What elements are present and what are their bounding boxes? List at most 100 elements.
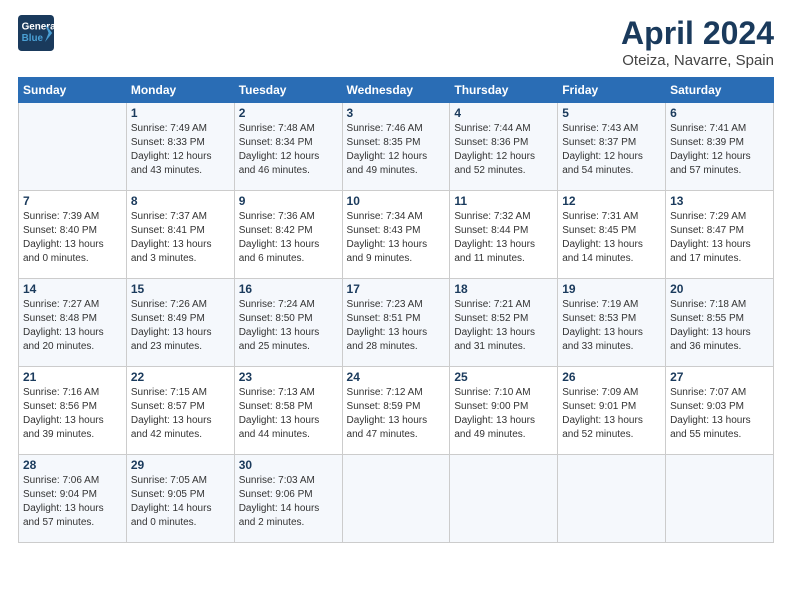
day-info: Sunrise: 7:41 AMSunset: 8:39 PMDaylight:… [670,122,769,178]
cell-3-2: 15Sunrise: 7:26 AMSunset: 8:49 PMDayligh… [126,279,234,367]
day-info: Sunrise: 7:16 AMSunset: 8:56 PMDaylight:… [23,386,122,442]
col-sunday: Sunday [19,78,127,103]
cell-4-6: 26 Sunrise: 7:09 AMSunset: 9:01 PMDayligh… [558,367,666,455]
day-info: Sunrise: 7:46 AMSunset: 8:35 PMDaylight:… [347,122,446,178]
day-info: Sunrise: 7:39 AMSunset: 8:40 PMDaylight:… [23,210,122,266]
cell-5-2: 29Sunrise: 7:05 AMSunset: 9:05 PMDayligh… [126,455,234,543]
location: Oteiza, Navarre, Spain [621,52,774,69]
day-number: 16 [239,282,338,296]
day-number: 9 [239,194,338,208]
cell-1-6: 5Sunrise: 7:43 AMSunset: 8:37 PMDaylight… [558,103,666,191]
day-info: Sunrise: 7:49 AMSunset: 8:33 PMDaylight:… [131,122,230,178]
cell-1-7: 6 Sunrise: 7:41 AMSunset: 8:39 PMDaylight… [666,103,774,191]
cell-1-4: 3 Sunrise: 7:46 AMSunset: 8:35 PMDaylight… [342,103,450,191]
cell-5-4 [342,455,450,543]
cell-4-4: 24 Sunrise: 7:12 AMSunset: 8:59 PMDayligh… [342,367,450,455]
day-number: 1 [131,106,230,120]
day-info: Sunrise: 7:12 AMSunset: 8:59 PMDaylight:… [347,386,446,442]
day-number: 8 [131,194,230,208]
day-number: 20 [670,282,769,296]
day-number: 26 [562,370,661,384]
day-number: 21 [23,370,122,384]
day-number: 28 [23,458,122,472]
col-monday: Monday [126,78,234,103]
cell-2-4: 10Sunrise: 7:34 AMSunset: 8:43 PMDayligh… [342,191,450,279]
cell-3-5: 18 Sunrise: 7:21 AMSunset: 8:52 PMDayligh… [450,279,558,367]
cell-4-1: 21 Sunrise: 7:16 AMSunset: 8:56 PMDayligh… [19,367,127,455]
title-area: April 2024 Oteiza, Navarre, Spain [621,15,774,69]
day-info: Sunrise: 7:23 AMSunset: 8:51 PMDaylight:… [347,298,446,354]
col-friday: Friday [558,78,666,103]
day-number: 23 [239,370,338,384]
day-info: Sunrise: 7:21 AMSunset: 8:52 PMDaylight:… [454,298,553,354]
day-number: 4 [454,106,553,120]
day-info: Sunrise: 7:07 AMSunset: 9:03 PMDaylight:… [670,386,769,442]
day-info: Sunrise: 7:15 AMSunset: 8:57 PMDaylight:… [131,386,230,442]
day-info: Sunrise: 7:06 AMSunset: 9:04 PMDaylight:… [23,474,122,530]
month-title: April 2024 [621,15,774,52]
day-number: 22 [131,370,230,384]
day-info: Sunrise: 7:29 AMSunset: 8:47 PMDaylight:… [670,210,769,266]
col-saturday: Saturday [666,78,774,103]
day-number: 30 [239,458,338,472]
day-info: Sunrise: 7:10 AMSunset: 9:00 PMDaylight:… [454,386,553,442]
day-number: 24 [347,370,446,384]
col-tuesday: Tuesday [234,78,342,103]
cell-3-3: 16 Sunrise: 7:24 AMSunset: 8:50 PMDayligh… [234,279,342,367]
day-number: 17 [347,282,446,296]
day-number: 13 [670,194,769,208]
day-number: 7 [23,194,122,208]
cell-3-1: 14 Sunrise: 7:27 AMSunset: 8:48 PMDayligh… [19,279,127,367]
calendar-table: Sunday Monday Tuesday Wednesday Thursday… [18,77,774,543]
day-number: 11 [454,194,553,208]
cell-1-2: 1 Sunrise: 7:49 AMSunset: 8:33 PMDaylight… [126,103,234,191]
cell-3-7: 20 Sunrise: 7:18 AMSunset: 8:55 PMDayligh… [666,279,774,367]
header-row: Sunday Monday Tuesday Wednesday Thursday… [19,78,774,103]
week-row-1: 1 Sunrise: 7:49 AMSunset: 8:33 PMDaylight… [19,103,774,191]
day-number: 25 [454,370,553,384]
day-number: 14 [23,282,122,296]
cell-2-2: 8Sunrise: 7:37 AMSunset: 8:41 PMDaylight… [126,191,234,279]
col-wednesday: Wednesday [342,78,450,103]
day-info: Sunrise: 7:09 AMSunset: 9:01 PMDaylight:… [562,386,661,442]
day-number: 27 [670,370,769,384]
day-info: Sunrise: 7:13 AMSunset: 8:58 PMDaylight:… [239,386,338,442]
cell-2-6: 12 Sunrise: 7:31 AMSunset: 8:45 PMDayligh… [558,191,666,279]
svg-text:Blue: Blue [22,33,44,44]
day-number: 29 [131,458,230,472]
cell-5-6 [558,455,666,543]
cell-3-4: 17 Sunrise: 7:23 AMSunset: 8:51 PMDayligh… [342,279,450,367]
cell-4-7: 27 Sunrise: 7:07 AMSunset: 9:03 PMDayligh… [666,367,774,455]
day-info: Sunrise: 7:36 AMSunset: 8:42 PMDaylight:… [239,210,338,266]
day-info: Sunrise: 7:44 AMSunset: 8:36 PMDaylight:… [454,122,553,178]
cell-1-1 [19,103,127,191]
cell-5-5 [450,455,558,543]
day-number: 19 [562,282,661,296]
day-info: Sunrise: 7:27 AMSunset: 8:48 PMDaylight:… [23,298,122,354]
day-number: 6 [670,106,769,120]
day-number: 15 [131,282,230,296]
cell-2-5: 11 Sunrise: 7:32 AMSunset: 8:44 PMDayligh… [450,191,558,279]
cell-5-7 [666,455,774,543]
day-number: 3 [347,106,446,120]
week-row-5: 28 Sunrise: 7:06 AMSunset: 9:04 PMDayligh… [19,455,774,543]
day-info: Sunrise: 7:31 AMSunset: 8:45 PMDaylight:… [562,210,661,266]
day-info: Sunrise: 7:24 AMSunset: 8:50 PMDaylight:… [239,298,338,354]
cell-5-1: 28 Sunrise: 7:06 AMSunset: 9:04 PMDayligh… [19,455,127,543]
day-info: Sunrise: 7:32 AMSunset: 8:44 PMDaylight:… [454,210,553,266]
day-number: 18 [454,282,553,296]
week-row-3: 14 Sunrise: 7:27 AMSunset: 8:48 PMDayligh… [19,279,774,367]
week-row-4: 21 Sunrise: 7:16 AMSunset: 8:56 PMDayligh… [19,367,774,455]
day-info: Sunrise: 7:18 AMSunset: 8:55 PMDaylight:… [670,298,769,354]
day-number: 2 [239,106,338,120]
cell-2-3: 9 Sunrise: 7:36 AMSunset: 8:42 PMDaylight… [234,191,342,279]
logo: General Blue [18,15,58,51]
logo-icon: General Blue [18,15,54,51]
cell-1-3: 2Sunrise: 7:48 AMSunset: 8:34 PMDaylight… [234,103,342,191]
col-thursday: Thursday [450,78,558,103]
day-info: Sunrise: 7:34 AMSunset: 8:43 PMDaylight:… [347,210,446,266]
cell-4-2: 22 Sunrise: 7:15 AMSunset: 8:57 PMDayligh… [126,367,234,455]
header: General Blue April 2024 Oteiza, Navarre,… [18,15,774,69]
calendar-page: General Blue April 2024 Oteiza, Navarre,… [0,0,792,612]
day-number: 12 [562,194,661,208]
